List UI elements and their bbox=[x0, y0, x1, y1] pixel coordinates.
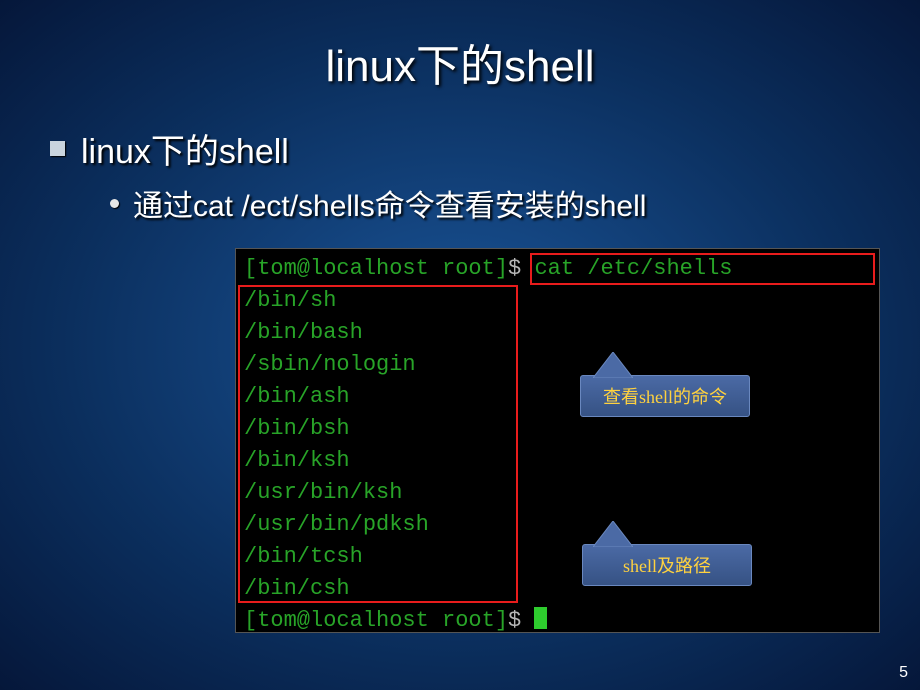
bullet2-text: 通过cat /ect/shells命令查看安装的shell bbox=[133, 181, 646, 225]
bullet1-text: linux下的shell bbox=[81, 124, 289, 173]
terminal-line-prompt2: [tom@localhost root]$ bbox=[244, 605, 871, 637]
terminal-screenshot: [tom@localhost root]$ cat /etc/shells /b… bbox=[235, 248, 880, 633]
bullet-level2: 通过cat /ect/shells命令查看安装的shell bbox=[110, 181, 920, 225]
bullet-level1: linux下的shell bbox=[50, 124, 920, 173]
callout1-text: 查看shell的命令 bbox=[603, 383, 727, 409]
callout-shellpath-label: shell及路径 bbox=[582, 544, 752, 586]
callout-arrow-icon bbox=[593, 352, 633, 378]
dot-bullet-icon bbox=[110, 199, 119, 208]
callout-command-label: 查看shell的命令 bbox=[580, 375, 750, 417]
square-bullet-icon bbox=[50, 141, 65, 156]
slide-title: linux下的shell bbox=[0, 0, 920, 124]
callout-arrow-icon bbox=[593, 521, 633, 547]
callout2-text: shell及路径 bbox=[623, 552, 711, 578]
cursor-icon bbox=[534, 607, 547, 629]
page-number: 5 bbox=[899, 664, 908, 682]
command-highlight-box bbox=[530, 253, 875, 285]
shells-highlight-box bbox=[238, 285, 518, 603]
